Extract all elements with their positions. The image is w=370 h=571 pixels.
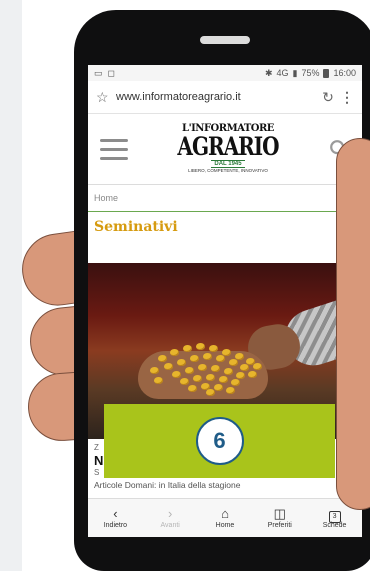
logo-tagline: LIBERO, COMPETENTE, INNOVATIVO xyxy=(188,168,268,174)
signal-label: 4G xyxy=(276,68,289,78)
nav-forward-label: Avanti xyxy=(160,522,180,529)
phone-speaker xyxy=(200,36,250,44)
status-bar: ▭ ◻ ✱ 4G ▮ 75% 16:00 xyxy=(88,65,362,81)
nav-home-button[interactable]: ⌂ Home xyxy=(198,499,253,537)
corn-kernel xyxy=(183,345,192,352)
battery-level: 75% xyxy=(301,68,320,78)
nav-back-button[interactable]: ‹ Indietro xyxy=(88,499,143,537)
corn-kernel xyxy=(209,345,218,352)
chevron-left-icon: ‹ xyxy=(113,506,118,521)
signal-icon: ▮ xyxy=(292,67,298,78)
hand-palm xyxy=(336,138,370,510)
nav-bookmarks-label: Preferiti xyxy=(267,522,292,529)
chevron-right-icon: › xyxy=(168,506,173,521)
logo-line2: AGRARIO xyxy=(177,131,279,162)
corn-kernel xyxy=(198,364,207,371)
corn-kernel xyxy=(193,375,202,382)
url-text[interactable]: www.informatoreagrario.it xyxy=(116,91,316,103)
step-number-badge: 6 xyxy=(195,417,244,465)
corn-kernel xyxy=(216,355,225,362)
corn-kernel xyxy=(188,385,197,392)
corn-kernel xyxy=(180,378,189,385)
corn-kernel xyxy=(240,364,249,371)
section-title: Seminativi xyxy=(94,219,178,235)
corn-kernel xyxy=(170,349,179,356)
logo-since: DAL 1945 xyxy=(211,160,245,169)
corn-kernel xyxy=(224,368,233,375)
corn-kernel xyxy=(226,387,235,394)
nav-tabs-label: Schede xyxy=(322,522,347,529)
corn-kernel xyxy=(164,363,173,370)
step-overlay: 6 xyxy=(104,404,335,478)
notification-icon: ◻ xyxy=(107,67,115,78)
corn-kernel xyxy=(150,367,159,374)
corn-kernel xyxy=(248,371,257,378)
left-edge-strip xyxy=(0,0,22,571)
browser-url-bar[interactable]: ☆ www.informatoreagrario.it ↻ ⋮ xyxy=(88,81,362,114)
corn-kernel xyxy=(154,377,163,384)
article-description: Articole Domani: in Italia della stagion… xyxy=(94,480,241,490)
corn-kernel xyxy=(211,365,220,372)
article-subtitle: S xyxy=(94,468,100,477)
phone-screen: ▭ ◻ ✱ 4G ▮ 75% 16:00 ☆ www.informatoreag… xyxy=(88,65,362,537)
nav-bookmarks-button[interactable]: ◫ Preferiti xyxy=(252,499,307,537)
more-menu-icon[interactable]: ⋮ xyxy=(340,89,354,106)
corn-kernel xyxy=(206,389,215,396)
corn-kernel xyxy=(172,371,181,378)
corn-kernel xyxy=(190,355,199,362)
corn-kernel xyxy=(196,343,205,350)
nav-home-label: Home xyxy=(215,522,235,529)
corn-kernel xyxy=(185,367,194,374)
nav-forward-button[interactable]: › Avanti xyxy=(143,499,198,537)
browser-bottom-nav: ‹ Indietro › Avanti ⌂ Home ◫ Preferiti 3… xyxy=(88,498,362,537)
article-kicker: Z xyxy=(94,443,99,452)
article-headline[interactable]: N xyxy=(94,453,103,468)
corn-kernel xyxy=(177,359,186,366)
corn-kernel xyxy=(158,355,167,362)
breadcrumb-home[interactable]: Home xyxy=(94,193,118,203)
corn-kernel xyxy=(229,359,238,366)
corn-kernel xyxy=(206,374,215,381)
star-icon[interactable]: ☆ xyxy=(96,89,116,106)
corn-kernel xyxy=(219,376,228,383)
reload-icon[interactable]: ↻ xyxy=(316,89,340,106)
nav-back-label: Indietro xyxy=(103,522,128,529)
corn-kernel xyxy=(236,372,245,379)
corn-kernel xyxy=(253,363,262,370)
gallery-icon: ▭ xyxy=(94,67,103,78)
clock: 16:00 xyxy=(333,68,356,78)
corn-kernel xyxy=(214,384,223,391)
site-logo[interactable]: L'INFORMATORE AGRARIO DAL 1945 LIBERO, C… xyxy=(177,124,279,174)
corn-kernel xyxy=(231,379,240,386)
corn-kernel xyxy=(203,353,212,360)
bluetooth-icon: ✱ xyxy=(264,67,273,78)
battery-icon xyxy=(323,68,330,78)
home-icon: ⌂ xyxy=(221,506,229,521)
phone-device: ▭ ◻ ✱ 4G ▮ 75% 16:00 ☆ www.informatoreag… xyxy=(74,10,370,571)
bookmarks-icon: ◫ xyxy=(273,506,286,521)
breadcrumb[interactable]: Home xyxy=(88,185,362,212)
site-header: L'INFORMATORE AGRARIO DAL 1945 LIBERO, C… xyxy=(88,114,362,185)
hamburger-menu-icon[interactable] xyxy=(100,138,128,160)
